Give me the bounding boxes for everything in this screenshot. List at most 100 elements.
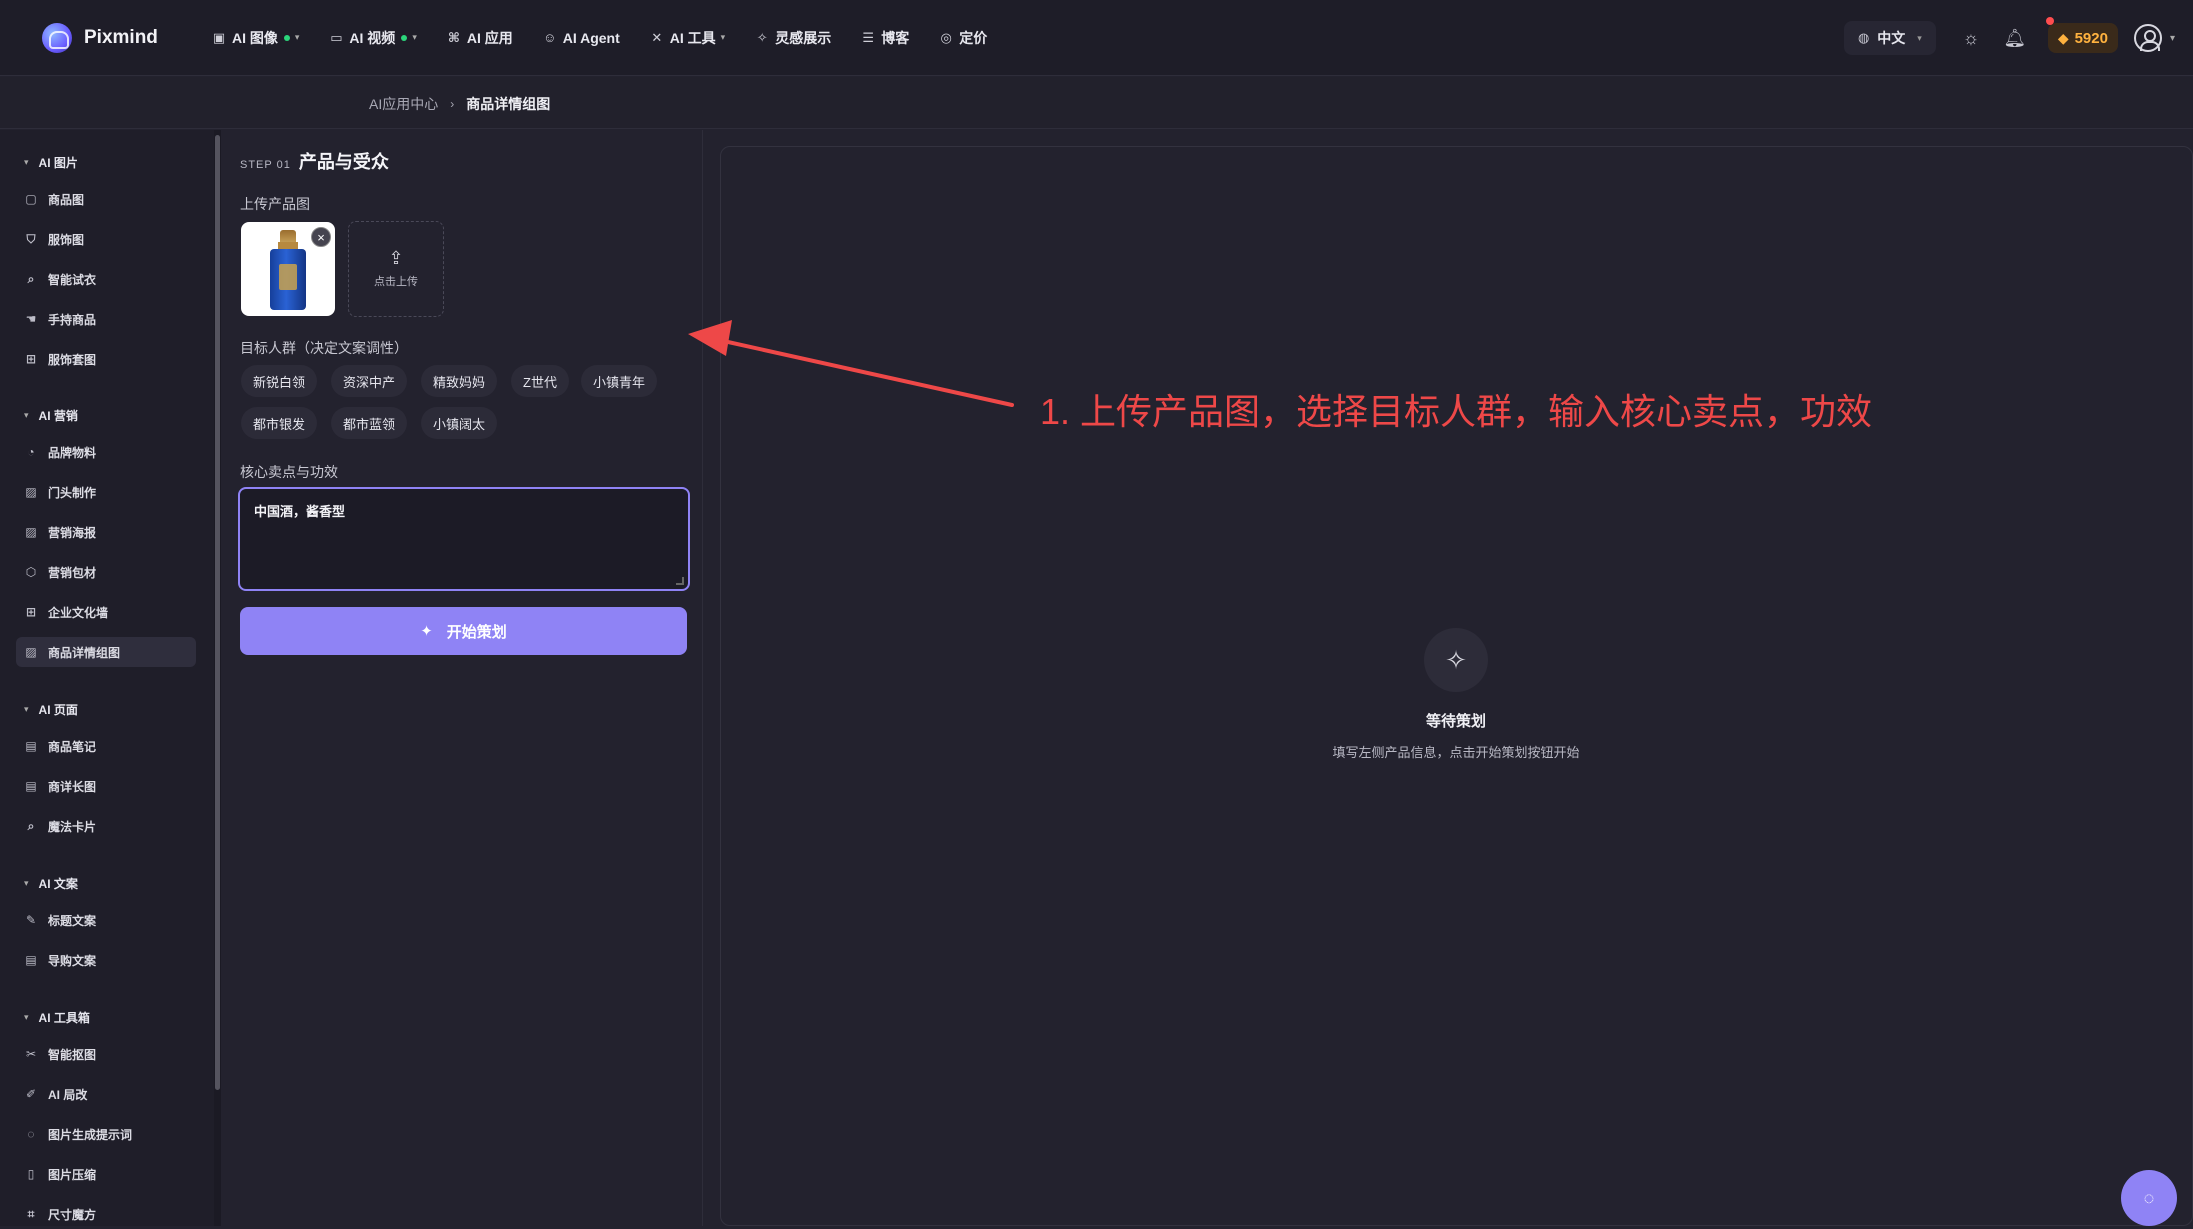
chevron-right-icon: › xyxy=(450,97,455,111)
annotation-arrow xyxy=(688,320,1014,407)
breadcrumb: AI应用中心 › 商品详情组图 xyxy=(369,94,550,114)
language-select[interactable]: ◍ 中文 ▾ xyxy=(1843,21,1936,55)
try-on-icon: ⌕ xyxy=(27,271,35,286)
nav-item-ai-tools[interactable]: ✕ AI 工具 ▾ xyxy=(650,28,725,48)
nav-item-ai-agent[interactable]: ☺ AI Agent xyxy=(543,30,620,46)
sidebar-item-culture-wall[interactable]: ⊞ 企业文化墙 xyxy=(16,597,196,627)
breadcrumb-parent[interactable]: AI应用中心 xyxy=(369,94,438,114)
sidebar-item-apparel-set[interactable]: ⊞ 服饰套图 xyxy=(16,344,196,374)
sidebar-item-apparel-image[interactable]: ⛉ 服饰图 xyxy=(16,224,196,254)
nav-item-ai-image[interactable]: ▣ AI 图像 ▾ xyxy=(212,28,300,48)
crop-icon: ⌗ xyxy=(27,1206,35,1221)
audience-chip[interactable]: 新锐白领 xyxy=(241,365,318,397)
main-nav: ▣ AI 图像 ▾ ▭ AI 视频 ▾ ⌘ AI 应用 ☺ AI Agent ✕ AI 工具 ▾… xyxy=(212,28,1017,48)
step-tag: STEP 01 xyxy=(240,159,291,171)
sidebar-item-poster[interactable]: ▨ 营销海报 xyxy=(16,517,196,547)
audience-chip[interactable]: 小镇青年 xyxy=(581,365,658,397)
audience-chip[interactable]: 精致妈妈 xyxy=(421,365,498,397)
annotation-text: 1. 上传产品图，选择目标人群，输入核心卖点，功效 xyxy=(1040,391,1873,432)
gem-icon: ◆ xyxy=(2057,29,2069,46)
brush-icon: ✐ xyxy=(25,1087,37,1101)
empty-state-subtitle: 填写左侧产品信息，点击开始策划按钮开始 xyxy=(1332,745,1580,760)
nav-item-ai-apps[interactable]: ⌘ AI 应用 xyxy=(447,28,513,48)
empty-state-title: 等待策划 xyxy=(1425,713,1486,730)
sidebar-item-storefront[interactable]: ▨ 门头制作 xyxy=(16,477,196,507)
product-icon: ▢ xyxy=(25,192,37,206)
nav-item-inspiration[interactable]: ✧ 灵感展示 xyxy=(755,28,831,48)
chevron-down-icon: ▾ xyxy=(24,704,29,714)
audience-label: 目标人群（决定文案调性） xyxy=(240,340,408,356)
wall-icon: ⊞ xyxy=(25,605,37,619)
upload-icon: ⇪ xyxy=(388,248,404,268)
grid-icon: ⊞ xyxy=(25,352,37,366)
storefront-icon: ▨ xyxy=(25,485,37,499)
sidebar-item-title-copy[interactable]: ✎ 标题文案 xyxy=(16,905,196,935)
globe-icon: ◍ xyxy=(1857,30,1870,45)
sidebar-item-shopping-copy[interactable]: ▤ 导购文案 xyxy=(16,945,196,975)
selling-points-textarea[interactable]: 中国酒，酱香型 xyxy=(238,487,690,591)
sidebar-group-ai-pages[interactable]: ▾ AI 页面 xyxy=(24,701,78,718)
sidebar-item-product-image[interactable]: ▢ 商品图 xyxy=(16,184,196,214)
sidebar-item-cutout[interactable]: ✂ 智能抠图 xyxy=(16,1039,196,1069)
sidebar-item-product-detail-set[interactable]: ▨ 商品详情组图 xyxy=(16,637,196,667)
upload-button[interactable]: ⇪ 点击上传 xyxy=(348,221,444,317)
credits-badge[interactable]: ◆ 5920 xyxy=(2045,17,2118,53)
chevron-down-icon: ▾ xyxy=(24,878,29,888)
start-planning-button[interactable]: ✦ 开始策划 xyxy=(240,607,687,655)
breadcrumb-bar: AI应用中心 › 商品详情组图 xyxy=(0,77,2193,129)
upload-label: 上传产品图 xyxy=(240,196,310,212)
chevron-down-icon: ▾ xyxy=(24,410,29,420)
brand[interactable]: Pixmind xyxy=(42,22,212,53)
sidebar-item-try-on[interactable]: ⌕ 智能试衣 xyxy=(16,264,196,294)
chevron-down-icon: ▾ xyxy=(720,32,726,42)
audience-chip[interactable]: 小镇阔太 xyxy=(421,407,498,439)
sidebar-item-handheld[interactable]: ☚ 手持商品 xyxy=(16,304,196,334)
chevron-down-icon: ▾ xyxy=(412,32,417,42)
nav-item-blog[interactable]: ☰ 博客 xyxy=(861,28,909,48)
blog-icon: ☰ xyxy=(862,29,875,45)
sidebar-item-brand-materials[interactable]: ◔ 品牌物料 xyxy=(16,437,196,467)
sidebar-group-ai-marketing[interactable]: ▾ AI 营销 xyxy=(24,407,78,424)
sidebar-item-long-image[interactable]: ▤ 商详长图 xyxy=(16,771,196,801)
sidebar-item-resize[interactable]: ⌗ 尺寸魔方 xyxy=(16,1199,196,1229)
box-icon: ⬡ xyxy=(25,565,37,579)
sidebar-item-magic-card[interactable]: ⌕ 魔法卡片 xyxy=(16,811,196,841)
hand-icon: ☚ xyxy=(25,312,37,326)
bell-icon[interactable]: 🔔︎ xyxy=(2003,27,2026,49)
avatar-icon[interactable] xyxy=(2133,24,2162,52)
detail-image-icon: ▨ xyxy=(25,645,37,659)
sidebar-item-packaging[interactable]: ⬡ 营销包材 xyxy=(16,557,196,587)
remove-image-close-icon[interactable]: × xyxy=(311,227,331,247)
long-image-icon: ▤ xyxy=(25,779,37,793)
theme-toggle-sun-icon[interactable]: ☼ xyxy=(1960,27,1982,49)
tools-icon: ✕ xyxy=(651,29,663,45)
chevron-down-icon[interactable]: ▾ xyxy=(2170,33,2175,44)
chevron-down-icon: ▾ xyxy=(294,32,300,42)
resize-handle-icon[interactable] xyxy=(676,577,684,585)
sidebar-item-product-notes[interactable]: ▤ 商品笔记 xyxy=(16,731,196,761)
sidebar-item-compress[interactable]: ▯ 图片压缩 xyxy=(16,1159,196,1189)
note-icon: ▤ xyxy=(25,739,37,753)
sidebar-scrollbar-thumb[interactable] xyxy=(215,135,220,1090)
sidebar-item-prompt-gen[interactable]: ◌ 图片生成提示词 xyxy=(16,1119,196,1149)
breadcrumb-current: 商品详情组图 xyxy=(466,96,551,112)
nav-item-pricing[interactable]: ◎ 定价 xyxy=(939,28,988,48)
audience-chip[interactable]: 资深中产 xyxy=(331,365,408,397)
sidebar-group-ai-copy[interactable]: ▾ AI 文案 xyxy=(24,875,78,892)
sidebar-item-partial-edit[interactable]: ✐ AI 局改 xyxy=(16,1079,196,1109)
selling-points-label: 核心卖点与功效 xyxy=(240,464,338,480)
chat-bubble-icon[interactable]: ◌ xyxy=(2121,1170,2177,1226)
new-dot xyxy=(283,34,290,41)
chevron-down-icon: ▾ xyxy=(24,157,29,167)
nav-item-ai-video[interactable]: ▭ AI 视频 ▾ xyxy=(329,28,417,48)
sidebar-group-ai-image[interactable]: ▾ AI 图片 xyxy=(24,154,78,171)
audience-chip[interactable]: 都市蓝领 xyxy=(331,407,408,439)
audience-chip[interactable]: Z世代 xyxy=(511,365,569,397)
brand-name: Pixmind xyxy=(84,26,158,48)
brain-logo-icon xyxy=(42,22,72,53)
sparkle-icon: ✧ xyxy=(1424,628,1488,692)
audience-chip[interactable]: 都市银发 xyxy=(241,407,318,439)
sidebar-group-ai-toolbox[interactable]: ▾ AI 工具箱 xyxy=(24,1009,90,1026)
magic-card-icon: ⌕ xyxy=(27,818,35,833)
shirt-icon: ⛉ xyxy=(26,231,36,246)
